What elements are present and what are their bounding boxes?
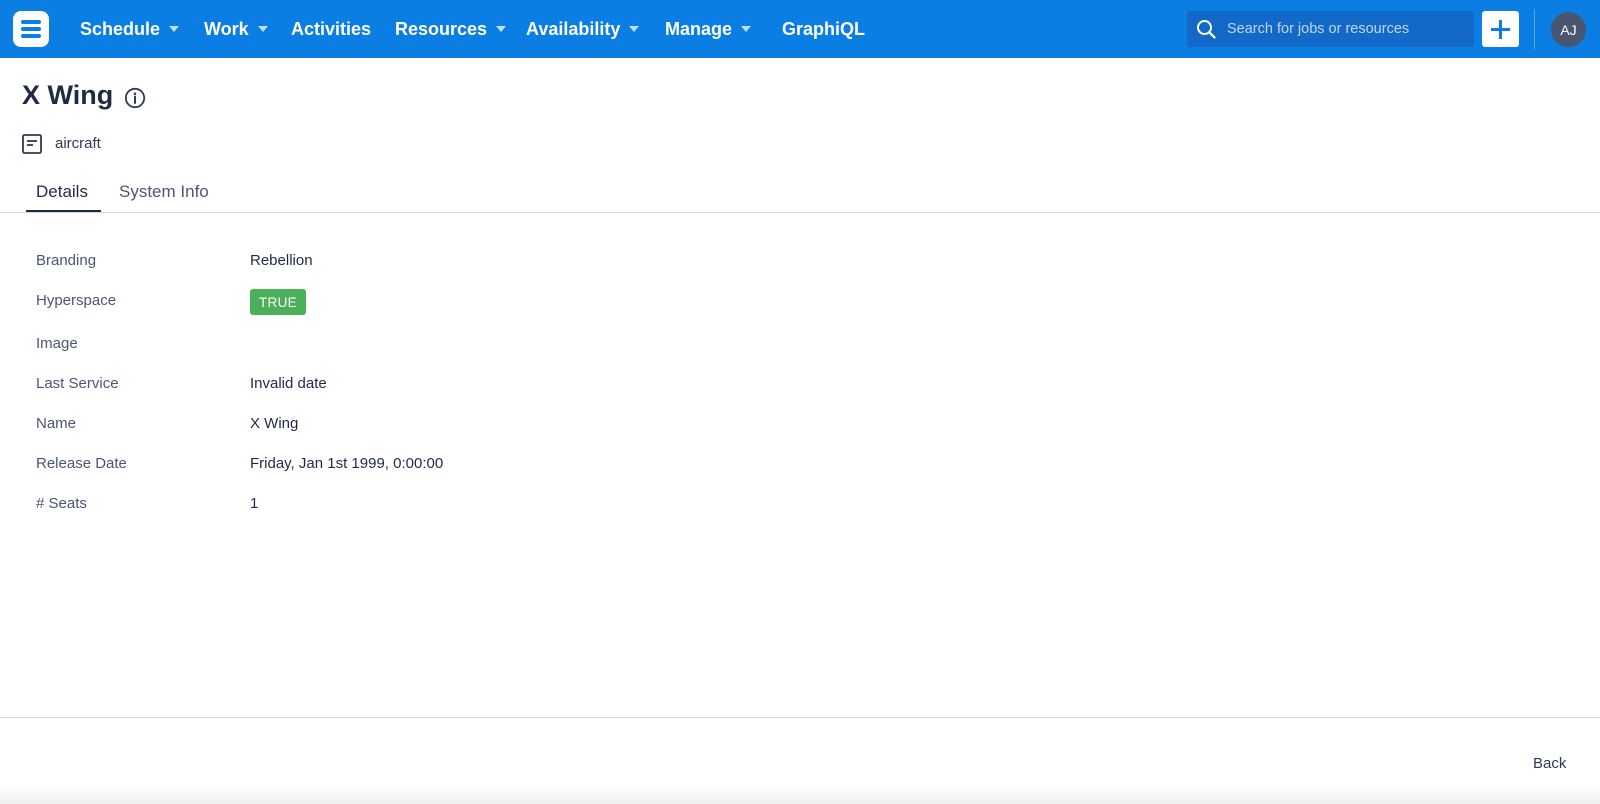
nav-graphiql[interactable]: GraphiQL xyxy=(782,0,865,58)
user-avatar[interactable]: AJ xyxy=(1551,12,1586,47)
tabs-divider xyxy=(0,212,1600,213)
search-input[interactable] xyxy=(1227,11,1467,47)
nav-manage-label: Manage xyxy=(665,18,733,39)
bottom-shadow xyxy=(0,784,1600,804)
nav-work-label: Work xyxy=(204,18,249,39)
chevron-down-icon xyxy=(496,26,507,32)
nav-work[interactable]: Work xyxy=(204,0,268,58)
info-icon[interactable] xyxy=(124,87,146,109)
nav-schedule-label: Schedule xyxy=(80,18,161,39)
tab-system-info[interactable]: System Info xyxy=(119,182,209,202)
detail-label-branding: Branding xyxy=(36,252,97,269)
nav-resources[interactable]: Resources xyxy=(395,0,507,58)
add-button[interactable] xyxy=(1482,11,1519,47)
back-button[interactable]: Back xyxy=(1533,755,1566,772)
detail-label-image: Image xyxy=(36,335,78,352)
detail-value-branding: Rebellion xyxy=(250,252,313,269)
detail-label-last-service: Last Service xyxy=(36,375,119,392)
chevron-down-icon xyxy=(741,26,752,32)
chevron-down-icon xyxy=(257,26,268,32)
nav-divider xyxy=(1534,9,1535,49)
nav-manage[interactable]: Manage xyxy=(665,0,752,58)
footer-divider xyxy=(0,717,1600,718)
status-badge: TRUE xyxy=(250,289,306,315)
top-nav-bar: Schedule Work Activities Resources Avail… xyxy=(0,0,1600,58)
detail-value-seats: 1 xyxy=(250,495,259,512)
nav-schedule[interactable]: Schedule xyxy=(80,0,180,58)
detail-value-name: X Wing xyxy=(250,415,299,432)
detail-label-hyperspace: Hyperspace xyxy=(36,292,117,309)
nav-availability-label: Availability xyxy=(526,18,621,39)
detail-value-last-service: Invalid date xyxy=(250,375,327,392)
nav-graphiql-label: GraphiQL xyxy=(782,18,866,39)
resource-type-label: aircraft xyxy=(55,135,101,152)
resource-type-icon xyxy=(22,134,42,154)
detail-label-release-date: Release Date xyxy=(36,455,127,472)
detail-value-release-date: Friday, Jan 1st 1999, 0:00:00 xyxy=(250,455,444,472)
chevron-down-icon xyxy=(169,26,180,32)
chevron-down-icon xyxy=(629,26,640,32)
app-logo-icon[interactable] xyxy=(13,11,49,47)
search-icon xyxy=(1197,20,1216,39)
nav-activities-label: Activities xyxy=(291,18,372,39)
nav-availability[interactable]: Availability xyxy=(526,0,640,58)
tab-details[interactable]: Details xyxy=(36,182,88,202)
global-search[interactable] xyxy=(1187,11,1474,47)
detail-label-seats: # Seats xyxy=(36,495,87,512)
detail-label-name: Name xyxy=(36,415,77,432)
page-title: X Wing xyxy=(22,80,114,110)
nav-resources-label: Resources xyxy=(395,18,488,39)
nav-activities[interactable]: Activities xyxy=(291,0,371,58)
